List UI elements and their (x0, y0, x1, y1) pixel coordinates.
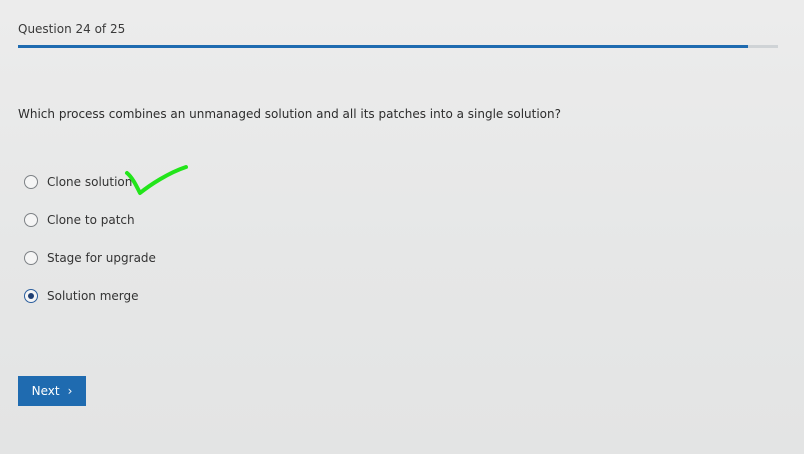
progress-bar-fill (18, 45, 748, 48)
option-label: Solution merge (47, 289, 139, 303)
chevron-right-icon: › (67, 384, 73, 398)
option-stage-for-upgrade[interactable]: Stage for upgrade (24, 248, 156, 268)
radio-button[interactable] (24, 213, 38, 227)
radio-button[interactable] (24, 251, 38, 265)
handwritten-checkmark-icon (125, 165, 188, 195)
option-label: Clone solution (47, 175, 133, 189)
option-solution-merge[interactable]: Solution merge (24, 286, 156, 306)
progress-bar (18, 45, 778, 48)
question-counter: Question 24 of 25 (18, 22, 126, 36)
option-label: Stage for upgrade (47, 251, 156, 265)
radio-button[interactable] (24, 289, 38, 303)
question-text: Which process combines an unmanaged solu… (18, 107, 561, 121)
quiz-screen: Question 24 of 25 Which process combines… (0, 0, 804, 454)
radio-button[interactable] (24, 175, 38, 189)
next-button-label: Next (31, 384, 60, 398)
next-button[interactable]: Next › (18, 376, 86, 406)
option-clone-to-patch[interactable]: Clone to patch (24, 210, 156, 230)
option-label: Clone to patch (47, 213, 135, 227)
